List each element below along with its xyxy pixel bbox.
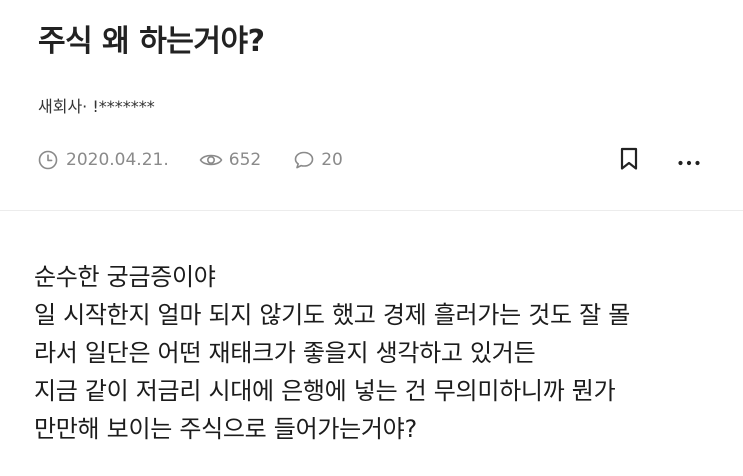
body-line: 라서 일단은 어떤 재태크가 좋을지 생각하고 있거든 xyxy=(34,339,536,367)
author-info[interactable]: 새회사· !******* xyxy=(38,93,155,117)
post-date: 2020.04.21. xyxy=(66,150,169,170)
post-body: 순수한 궁금증이야 일 시작한지 얼마 되지 않기도 했고 경제 흘러가는 것도… xyxy=(34,258,734,448)
body-line: 지금 같이 저금리 시대에 은행에 넣는 건 무의미하니까 뭔가 xyxy=(34,377,616,405)
post-title: 주식 왜 하는거야? xyxy=(38,24,265,59)
post-meta: 2020.04.21. 652 20 xyxy=(38,146,343,174)
views-meta: 652 xyxy=(199,150,261,170)
bookmark-button[interactable] xyxy=(616,147,642,175)
body-line: 순수한 궁금증이야 xyxy=(34,263,216,291)
eye-icon xyxy=(199,150,223,170)
body-line: 만만해 보이는 주식으로 들어가는거야? xyxy=(34,415,417,443)
speech-bubble-icon xyxy=(293,150,315,170)
comment-count: 20 xyxy=(321,150,343,170)
comments-meta[interactable]: 20 xyxy=(293,150,343,170)
bookmark-icon xyxy=(619,147,639,175)
date-meta: 2020.04.21. xyxy=(38,150,169,170)
view-count: 652 xyxy=(228,150,262,170)
more-dots-icon xyxy=(677,152,701,171)
body-line: 일 시작한지 얼마 되지 않기도 했고 경제 흘러가는 것도 잘 몰 xyxy=(34,301,631,329)
clock-icon xyxy=(38,150,58,170)
more-options-button[interactable] xyxy=(674,147,704,175)
section-divider xyxy=(0,210,743,211)
